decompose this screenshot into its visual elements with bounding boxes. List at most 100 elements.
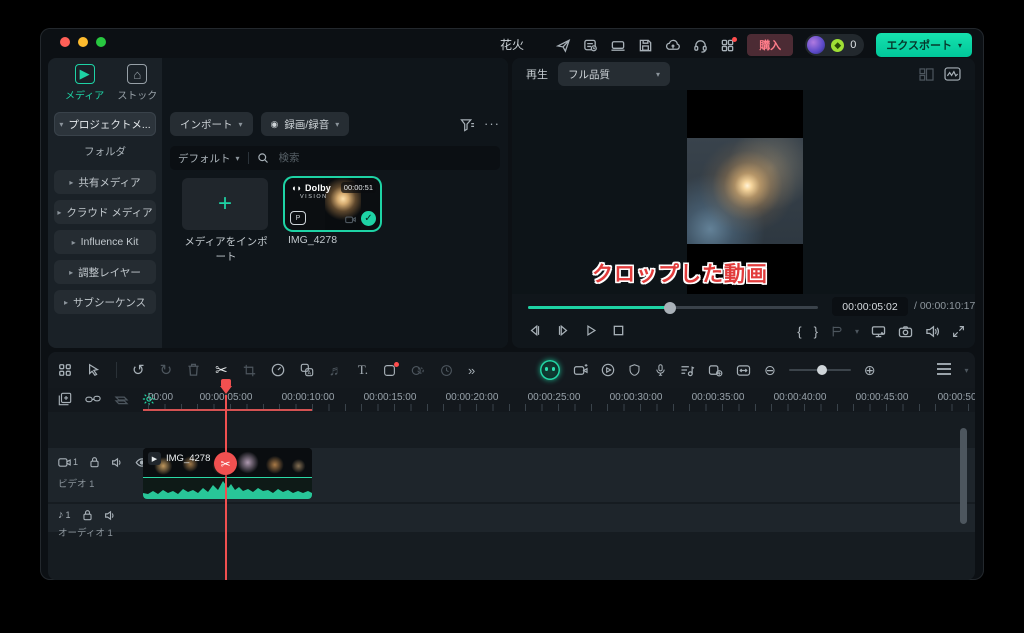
scope-icon[interactable] — [944, 67, 961, 81]
translate-icon[interactable]: A — [300, 363, 314, 377]
divider — [248, 152, 249, 164]
avatar[interactable] — [807, 36, 825, 54]
expand-down-icon: ▾ — [59, 120, 63, 129]
playhead-line[interactable] — [225, 395, 227, 580]
quality-dropdown[interactable]: フル品質▾ — [558, 62, 670, 86]
stock-icon: ⌂ — [127, 64, 147, 84]
zoom-slider-handle[interactable] — [817, 365, 827, 375]
text-tool-icon[interactable]: T. — [358, 362, 368, 378]
sidebar-item-project-media[interactable]: ▾プロジェクトメ... — [54, 112, 156, 136]
speed-ramp-icon[interactable] — [440, 364, 453, 377]
audio-track-header: ♪1 — [58, 509, 117, 521]
sidebar-item-subsequence[interactable]: ▸サブシーケンス — [54, 290, 156, 314]
video-track-label: ビデオ 1 — [58, 476, 94, 490]
tab-stock[interactable]: ⌂ストック — [112, 64, 162, 102]
dolby-logo: ◖◗ Dolby — [291, 183, 331, 193]
stop-icon[interactable] — [612, 324, 625, 337]
undo-icon[interactable]: ↺ — [132, 361, 145, 379]
seek-bar[interactable] — [528, 306, 818, 309]
cloud-upload-icon[interactable] — [665, 38, 681, 53]
apps-grid-icon[interactable] — [720, 38, 735, 53]
play-clip-icon[interactable] — [601, 363, 615, 377]
filter-icon[interactable] — [460, 118, 475, 132]
speed-icon[interactable] — [271, 363, 285, 377]
coin-icon: ◆ — [831, 39, 844, 52]
sidebar-item-influence-kit[interactable]: ▸Influence Kit — [54, 230, 156, 254]
zoom-out-icon[interactable]: ⊖ — [764, 362, 776, 379]
timeline-ruler[interactable]: 00:00 00:00:05:00 00:00:10:00 00:00:15:0… — [48, 388, 975, 412]
tab-media[interactable]: ▶メディア — [60, 64, 109, 102]
audio-list-icon[interactable] — [680, 364, 695, 377]
more-tools-icon[interactable]: » — [468, 363, 475, 378]
vertical-scrollbar[interactable] — [960, 428, 967, 524]
marker-icon[interactable] — [830, 325, 843, 338]
delete-icon[interactable] — [187, 363, 200, 377]
select-cursor-icon[interactable] — [87, 363, 101, 377]
lock-icon[interactable] — [89, 456, 100, 468]
volume-icon[interactable] — [925, 325, 940, 338]
marker-chevron-icon[interactable]: ▾ — [855, 327, 859, 336]
sort-dropdown[interactable]: デフォルト▾ — [178, 151, 240, 166]
fit-timeline-icon[interactable] — [736, 364, 751, 377]
mute-icon[interactable] — [111, 457, 124, 468]
split-playhead-scissors-icon[interactable]: ✂ — [214, 452, 237, 475]
next-frame-icon[interactable] — [556, 324, 570, 337]
record-dropdown[interactable]: ◉録画/録音▾ — [261, 112, 350, 136]
save-icon[interactable] — [638, 38, 653, 53]
microphone-icon[interactable] — [654, 363, 667, 377]
zoom-in-icon[interactable]: ⊕ — [864, 362, 876, 379]
audio-track-lane[interactable] — [48, 504, 975, 532]
seek-handle[interactable] — [664, 302, 676, 314]
import-dropdown[interactable]: インポート▾ — [170, 112, 253, 136]
media-item-card[interactable]: ◖◗ Dolby VISION 00:00:51 P ✓ — [285, 178, 380, 230]
add-marker-icon[interactable] — [58, 392, 72, 406]
preview-camera-icon — [345, 215, 356, 224]
clip-settings-icon[interactable] — [708, 364, 723, 377]
previous-frame-icon[interactable] — [528, 324, 542, 337]
layout-grid-icon[interactable] — [919, 68, 934, 81]
mark-in-icon[interactable]: { — [797, 324, 801, 339]
sidebar-item-shared-media[interactable]: ▸共有メディア — [54, 170, 156, 194]
sidebar-item-cloud-media[interactable]: ▸クラウド メディア — [54, 200, 156, 224]
redo-icon[interactable]: ↻ — [160, 361, 173, 379]
ai-assistant-icon[interactable] — [540, 360, 560, 380]
more-options-icon[interactable]: ··· — [484, 116, 500, 131]
share-icon[interactable] — [556, 38, 571, 53]
import-media-card[interactable]: + — [182, 178, 268, 230]
titlebar: 花火 購入 ◆ 0 エクスポート ▾ — [40, 28, 984, 60]
task-list-icon[interactable] — [583, 38, 598, 53]
mute-icon[interactable] — [104, 510, 117, 521]
mirror-display-icon[interactable] — [871, 325, 886, 338]
support-headset-icon[interactable] — [693, 38, 708, 53]
video-track-icon: 1 — [58, 457, 78, 468]
link-clips-icon[interactable] — [85, 393, 101, 405]
crop-icon[interactable] — [243, 364, 256, 377]
fullscreen-icon[interactable] — [952, 325, 965, 338]
snapshot-camera-icon[interactable] — [898, 325, 913, 338]
timeline-tracks[interactable]: 1 ビデオ 1 ♪1 オーディオ 1 ▶ IMG_4278 — [48, 412, 975, 564]
zoom-slider[interactable] — [789, 369, 851, 372]
account-pill[interactable]: ◆ 0 — [805, 34, 864, 56]
mask-tool-icon[interactable] — [383, 364, 396, 377]
sidebar-item-folder[interactable]: フォルダ — [54, 144, 156, 159]
render-queue-icon[interactable] — [114, 393, 129, 405]
track-height-chevron-icon[interactable]: ▾ — [964, 366, 968, 375]
keyframe-icon[interactable] — [411, 364, 425, 377]
device-icon[interactable] — [610, 38, 626, 53]
ruler-label: 00:00 — [148, 392, 173, 403]
sidebar-item-adjustment-layer[interactable]: ▸調整レイヤー — [54, 260, 156, 284]
mark-out-icon[interactable]: } — [814, 324, 818, 339]
track-height-icon[interactable] — [937, 363, 951, 377]
search-input[interactable] — [277, 151, 421, 165]
buy-button[interactable]: 購入 — [747, 34, 793, 56]
shield-icon[interactable] — [628, 363, 641, 377]
split-scissors-icon[interactable]: ✂ — [215, 361, 228, 379]
audio-tool-icon[interactable]: ♬ — [329, 362, 343, 378]
current-timecode[interactable]: 00:00:05:02 — [832, 297, 908, 316]
ruler-label: 00:00:40:00 — [774, 392, 827, 403]
lock-icon[interactable] — [82, 509, 93, 521]
media-manager-icon[interactable] — [58, 363, 72, 377]
camera-add-icon[interactable] — [573, 364, 588, 377]
play-icon[interactable] — [584, 324, 598, 337]
export-button[interactable]: エクスポート ▾ — [876, 33, 972, 57]
